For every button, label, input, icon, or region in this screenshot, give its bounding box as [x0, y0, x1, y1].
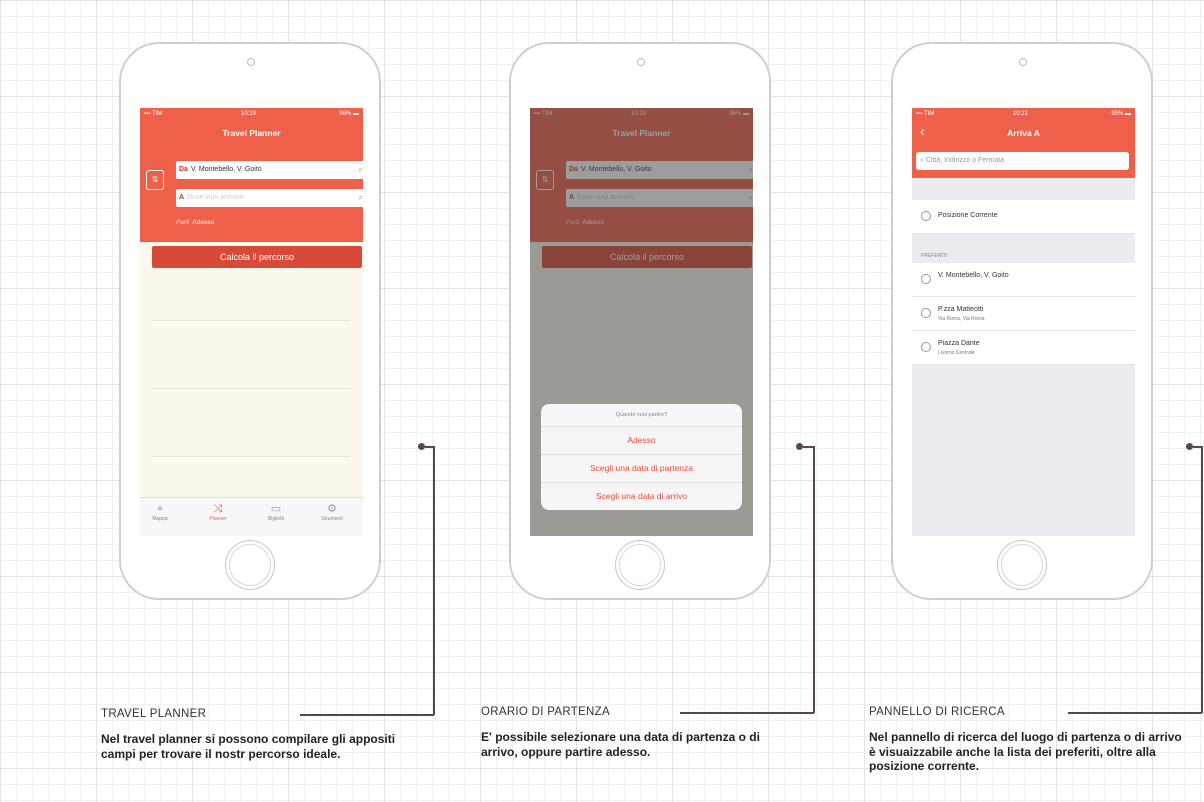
- home-button[interactable]: [615, 540, 665, 590]
- connector-line: [1068, 712, 1202, 714]
- page-title: Arriva A: [1007, 128, 1040, 138]
- list-item-favorite[interactable]: Piazza Dante Livorno Centrale: [912, 331, 1135, 365]
- tab-biglietti[interactable]: ▭ Biglietti: [256, 502, 296, 522]
- pin-icon: [921, 307, 931, 318]
- connector-dot: [796, 443, 803, 450]
- status-bar: ▪▪▪ TIM 10:19 96% ▬: [144, 111, 359, 117]
- page-title: Travel Planner: [222, 128, 281, 138]
- phone-frame-2: ▪▪▪ TIM 10:20 96% ▬ Travel Planner ⇅ DaV…: [509, 42, 771, 600]
- gear-icon: ⚙: [327, 503, 337, 515]
- depart-time[interactable]: PartiAdesso: [176, 219, 214, 226]
- calculate-route-button[interactable]: Calcola il percorso: [152, 246, 362, 268]
- home-button[interactable]: [225, 540, 275, 590]
- sheet-question: Quando vuoi partire?: [541, 404, 742, 427]
- list-item-favorite[interactable]: V. Montebello, V. Goito: [912, 263, 1135, 297]
- option-now[interactable]: Adesso: [541, 427, 742, 455]
- connector-line: [300, 714, 434, 716]
- tab-bar: ⌖ Mappa ⤨ Planner ▭ Biglietti ⚙ Strumenti: [140, 497, 363, 536]
- divider: [152, 388, 351, 389]
- caption-heading-2: ORARIO DI PARTENZA: [481, 706, 610, 718]
- tab-planner[interactable]: ⤨ Planner: [198, 502, 238, 522]
- screen-departure-time: ▪▪▪ TIM 10:20 96% ▬ Travel Planner ⇅ DaV…: [530, 108, 753, 536]
- list-item-current-position[interactable]: Posizione Corrente: [912, 200, 1135, 234]
- phone-frame-1: ▪▪▪ TIM 10:19 96% ▬ Travel Planner ⇅ Da V…: [119, 42, 381, 600]
- to-field[interactable]: ADove vuoi arrivare ⌕: [176, 189, 363, 207]
- divider: [152, 456, 351, 457]
- tab-mappa[interactable]: ⌖ Mappa: [140, 502, 180, 522]
- screen-travel-planner: ▪▪▪ TIM 10:19 96% ▬ Travel Planner ⇅ Da V…: [140, 108, 363, 536]
- action-sheet: Quando vuoi partire? Adesso Scegli una d…: [541, 404, 742, 510]
- camera-icon: [637, 58, 645, 66]
- screen-search-panel: ▪▪▪ TIM 10:21 95% ▬ ‹ Arriva A ⌕ Città, …: [912, 108, 1135, 536]
- search-icon: ⌕: [358, 165, 363, 174]
- search-icon: ⌕: [358, 193, 363, 202]
- location-icon: [921, 210, 931, 221]
- caption-heading-1: TRAVEL PLANNER: [101, 708, 207, 720]
- caption-text-2: E' possibile selezionare una data di par…: [481, 730, 760, 759]
- caption-text-3: Nel pannello di ricerca del luogo di par…: [869, 730, 1182, 773]
- connector-line: [680, 712, 814, 714]
- option-arrival-date[interactable]: Scegli una data di arrivo: [541, 483, 742, 510]
- search-input[interactable]: ⌕ Città, Indirizzo o Fermata: [916, 152, 1129, 170]
- caption-text-1: Nel travel planner si possono compilare …: [101, 732, 396, 761]
- divider: [152, 320, 351, 321]
- phone-frame-3: ▪▪▪ TIM 10:21 95% ▬ ‹ Arriva A ⌕ Città, …: [891, 42, 1153, 600]
- section-label: PREFERITI: [921, 253, 948, 259]
- connector-dot: [418, 443, 425, 450]
- connector-dot: [1186, 443, 1193, 450]
- camera-icon: [247, 58, 255, 66]
- swap-button[interactable]: ⇅: [146, 170, 164, 190]
- tab-strumenti[interactable]: ⚙ Strumenti: [312, 502, 352, 522]
- location-icon: [921, 341, 931, 352]
- route-icon: ⤨: [213, 503, 223, 515]
- option-departure-date[interactable]: Scegli una data di partenza: [541, 455, 742, 483]
- connector-line: [813, 446, 815, 713]
- connector-line: [1201, 446, 1203, 713]
- connector-line: [433, 446, 435, 715]
- pin-icon: [921, 273, 931, 284]
- camera-icon: [1019, 58, 1027, 66]
- list-item-favorite[interactable]: P.zza Matteotti Via Roma, Via Roma: [912, 297, 1135, 331]
- from-field[interactable]: DaV. Montebello, V. Goito ⌕: [176, 161, 363, 179]
- status-bar: ▪▪▪ TIM 10:21 95% ▬: [916, 111, 1131, 117]
- swap-icon: ⇅: [151, 175, 159, 184]
- map-icon: ⌖: [156, 503, 164, 515]
- ticket-icon: ▭: [270, 503, 282, 515]
- home-button[interactable]: [997, 540, 1047, 590]
- caption-heading-3: PANNELLO DI RICERCA: [869, 706, 1005, 718]
